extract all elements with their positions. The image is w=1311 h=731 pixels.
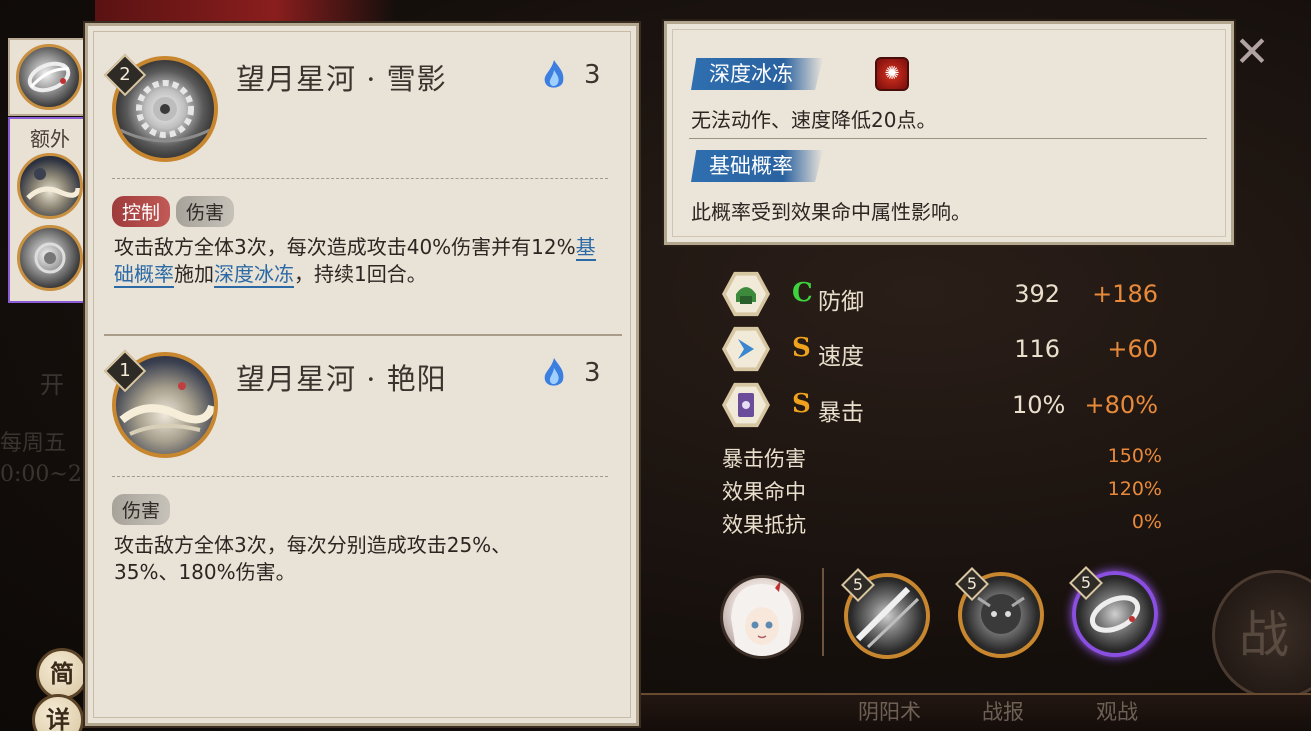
stat-bonus: +60 — [1107, 335, 1158, 363]
skill-panel: 2 望月星河 · 雪影 3 控制 伤害 攻击敌方全体3次，每次造成攻击40%伤害… — [85, 23, 639, 726]
eye-icon — [34, 242, 66, 274]
stat-name: 速度 — [818, 344, 864, 370]
detail-button[interactable]: 详 — [32, 694, 84, 731]
shikigami-avatar[interactable] — [720, 575, 804, 659]
tag-damage: 伤害 — [112, 494, 171, 525]
brief-button[interactable]: 简 — [36, 648, 88, 700]
portrait-divider — [822, 568, 824, 656]
skill-2-tags: 伤害 — [112, 494, 171, 525]
scroll-icon — [738, 393, 754, 417]
stat-base: 116 — [1014, 335, 1060, 363]
sub-stat-value: 120% — [1107, 478, 1162, 500]
cloud-icon — [26, 168, 80, 200]
desc-text: 攻击敌方全体3次，每次造成攻击40%伤害并有12% — [114, 235, 576, 259]
skill-thumb-column — [8, 38, 90, 116]
soul-3-level: 5 — [1080, 573, 1092, 592]
tag-damage: 伤害 — [176, 196, 235, 227]
ring-icon — [27, 61, 71, 93]
stat-row-speed: S 速度 116 +60 — [718, 325, 1168, 375]
skill-thumb-3[interactable] — [17, 225, 83, 291]
tag-control: 控制 — [112, 196, 171, 227]
sub-stat-value: 0% — [1131, 511, 1162, 533]
arrow-icon — [738, 339, 754, 359]
tab-onmyoji-skill[interactable]: 阴阳术 — [858, 696, 921, 726]
freeze-debuff-icon: ✺ — [875, 57, 909, 91]
tooltip-text-deep-freeze: 无法动作、速度降低20点。 — [691, 108, 937, 132]
stat-grade: S — [792, 389, 811, 419]
tooltip-text-base-probability: 此概率受到效果命中属性影响。 — [691, 200, 971, 224]
soul-1-level: 5 — [852, 575, 864, 594]
skill-2-description: 攻击敌方全体3次，每次分别造成攻击25%、35%、180%伤害。 — [114, 533, 512, 584]
desc-text: 施加 — [174, 262, 214, 286]
skill-1-cost: 3 — [584, 60, 601, 90]
sub-stat-effect-resist: 效果抵抗 0% — [722, 509, 1162, 539]
skill-thumb-1[interactable] — [16, 44, 82, 110]
sub-stat-name: 效果抵抗 — [722, 513, 806, 537]
bg-event-text: 开 — [40, 371, 64, 399]
skill-2-divider — [112, 476, 608, 477]
tooltip-divider — [689, 138, 1207, 139]
skill-1-description: 攻击敌方全体3次，每次造成攻击40%伤害并有12%基础概率施加深度冰冻，持续1回… — [114, 234, 606, 288]
skill-2-name: 望月星河 · 艳阳 — [236, 362, 447, 396]
keyword-deep-freeze[interactable]: 深度冰冻 — [214, 262, 294, 288]
sub-stat-effect-hit: 效果命中 120% — [722, 476, 1162, 506]
stat-row-crit: S 暴击 10% +80% — [718, 381, 1168, 431]
skill-1-level: 2 — [119, 64, 131, 85]
stat-grade: C — [792, 278, 813, 308]
sub-stat-name: 效果命中 — [722, 480, 806, 504]
tab-battle-report[interactable]: 战报 — [982, 696, 1024, 726]
skill-thumb-2[interactable] — [17, 153, 83, 219]
stat-name: 暴击 — [818, 400, 864, 426]
helmet-icon — [736, 287, 756, 304]
skill-1-name: 望月星河 · 雪影 — [236, 62, 447, 96]
skill-1: 2 望月星河 · 雪影 3 — [88, 26, 636, 166]
stat-row-defense: C 防御 392 +186 — [718, 270, 1168, 320]
battle-button[interactable]: 战 — [1212, 570, 1311, 700]
stat-bonus: +80% — [1084, 391, 1158, 419]
sub-stat-crit-damage: 暴击伤害 150% — [722, 443, 1162, 473]
character-portrait — [731, 580, 793, 656]
close-icon[interactable]: ✕ — [1232, 31, 1272, 73]
tooltip-title-deep-freeze: 深度冰冻 — [691, 58, 823, 90]
stat-grade: S — [792, 333, 811, 363]
bg-event-schedule: 每周五 — [0, 431, 67, 456]
extra-label: 额外 — [30, 127, 70, 151]
sub-stat-value: 150% — [1107, 445, 1162, 467]
skill-2-level: 1 — [119, 360, 131, 381]
desc-text: ，持续1回合。 — [294, 262, 427, 286]
soul-2-level: 5 — [966, 574, 978, 593]
extra-skills-box: 额外 — [8, 117, 92, 303]
skill-1-tags: 控制 伤害 — [112, 196, 235, 227]
soul-fire-icon — [544, 358, 564, 386]
sub-stat-name: 暴击伤害 — [722, 447, 806, 471]
tab-spectate[interactable]: 观战 — [1096, 696, 1138, 726]
skill-2-cost: 3 — [584, 358, 601, 388]
keyword-tooltip: 深度冰冻 ✺ 无法动作、速度降低20点。 基础概率 此概率受到效果命中属性影响。 — [664, 21, 1234, 245]
stat-base: 392 — [1014, 280, 1060, 308]
soul-fire-icon — [544, 60, 564, 88]
stat-base: 10% — [1012, 391, 1066, 419]
skill-2: 1 望月星河 · 艳阳 3 — [88, 326, 636, 466]
tooltip-title-base-probability: 基础概率 — [691, 150, 823, 182]
bottom-bar — [640, 693, 1311, 731]
stat-name: 防御 — [818, 289, 864, 315]
stat-bonus: +186 — [1092, 280, 1158, 308]
skill-1-divider — [112, 178, 608, 179]
bg-event-time: 0:00~2 — [0, 462, 82, 487]
